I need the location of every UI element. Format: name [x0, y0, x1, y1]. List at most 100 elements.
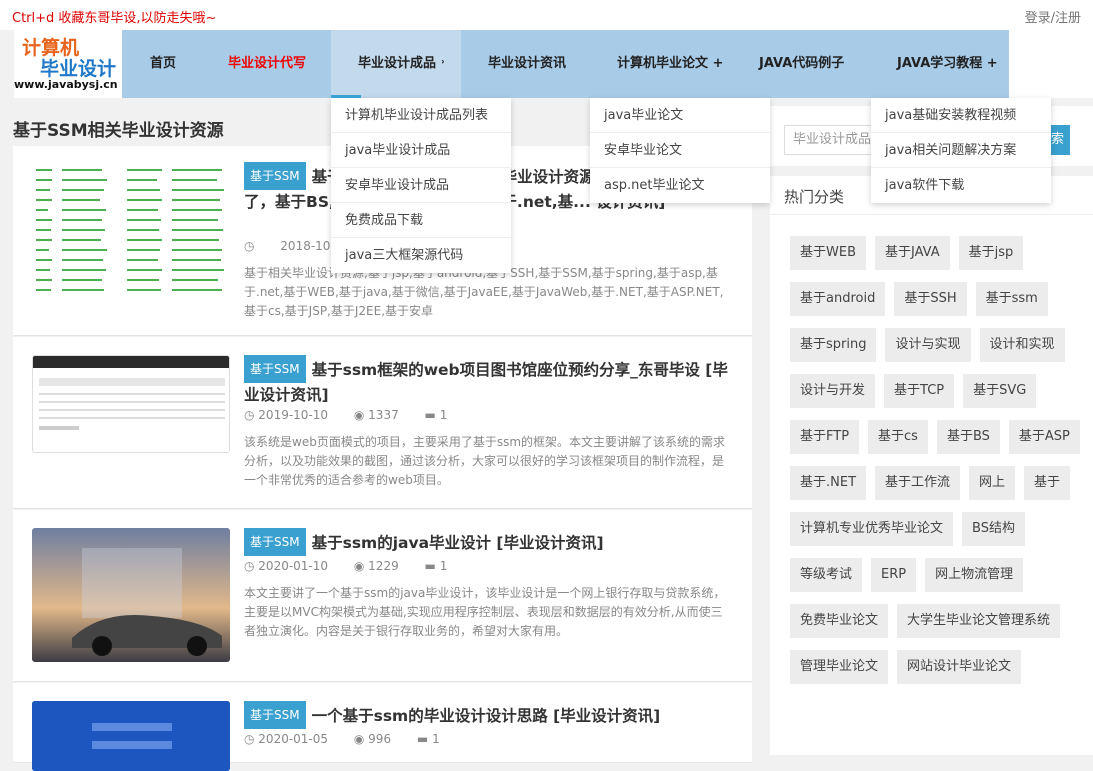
post-title[interactable]: 基于SSM 基于ssm的java毕业设计 [毕业设计资讯] — [244, 528, 739, 556]
clock-icon: ◷ 2020-01-10 — [244, 559, 329, 573]
comment-icon: ▬ 1 — [424, 408, 448, 422]
nav-custom-design[interactable]: 毕业设计代写 — [228, 30, 306, 98]
category-badge[interactable]: 基于SSM — [244, 701, 306, 729]
category-badge[interactable]: 基于SSM — [244, 162, 306, 190]
dropdown-item[interactable]: 安卓毕业设计成品 — [331, 168, 511, 203]
nav-home[interactable]: 首页 — [150, 30, 176, 98]
dropdown-item[interactable]: java毕业论文 — [590, 98, 770, 133]
dropdown-item[interactable]: java软件下载 — [871, 168, 1051, 203]
category-tag[interactable]: 基于android — [790, 282, 886, 316]
category-tag[interactable]: ERP — [871, 558, 917, 592]
dropdown-item[interactable]: 免费成品下载 — [331, 203, 511, 238]
category-tag[interactable]: 设计和实现 — [979, 328, 1065, 362]
site-logo[interactable]: 计算机 毕业设计 www.javabysj.cn — [14, 30, 122, 98]
eye-icon: ◉ 1229 — [353, 559, 399, 573]
post-views: 1229 — [368, 559, 399, 573]
nav-design-news[interactable]: 毕业设计资讯 — [488, 30, 566, 98]
category-tag[interactable]: BS结构 — [962, 512, 1025, 546]
dropdown-item[interactable]: asp.net毕业论文 — [590, 168, 770, 203]
car-photo-icon — [32, 528, 230, 662]
eye-icon: ◉ 1337 — [353, 408, 399, 422]
post-title-text[interactable]: 基于ssm框架的web项目图书馆座位预约分享_东哥毕设 [毕业设计资讯] — [244, 361, 728, 404]
category-tag[interactable]: 基于SSH — [894, 282, 967, 316]
post-title[interactable]: 基于SSM 一个基于ssm的毕业设计设计思路 [毕业设计资讯] — [244, 701, 739, 729]
post-desc: 本文主要讲了一个基于ssm的java毕业设计，该毕业设计是一个网上银行存取与贷款… — [244, 586, 726, 638]
hot-categories-title: 热门分类 — [784, 188, 845, 206]
category-tag[interactable]: 基于 — [1024, 466, 1071, 500]
post-title-text[interactable]: 基于ssm的java毕业设计 [毕业设计资讯] — [312, 534, 604, 552]
category-tag[interactable]: 基于cs — [868, 420, 928, 454]
category-tag[interactable]: 等级考试 — [790, 558, 863, 592]
nav-java-examples[interactable]: JAVA代码例子 — [759, 30, 844, 98]
category-badge[interactable]: 基于SSM — [244, 528, 306, 556]
category-tag[interactable]: 基于.NET — [790, 466, 867, 500]
category-tag[interactable]: 基于TCP — [884, 374, 955, 408]
clock-icon: ◷ — [244, 239, 259, 253]
post-thumbnail[interactable] — [32, 355, 230, 453]
comment-icon: ▬ 1 — [424, 559, 448, 573]
hot-categories-panel: 热门分类 基于WEB 基于JAVA 基于jsp 基于android 基于SSH 基于ssm… — [770, 176, 1093, 755]
tag-cloud: 基于WEB 基于JAVA 基于jsp 基于android 基于SSH 基于ssm 基于spr… — [790, 236, 1090, 696]
category-tag[interactable]: 设计与开发 — [790, 374, 876, 408]
post-comments: 1 — [439, 559, 448, 573]
category-badge[interactable]: 基于SSM — [244, 355, 306, 383]
category-tag[interactable]: 基于jsp — [958, 236, 1024, 270]
dropdown-item[interactable]: java相关问题解决方案 — [871, 133, 1051, 168]
category-tag[interactable]: 免费毕业论文 — [790, 604, 889, 638]
post-title[interactable]: 基于SSM 基于ssm框架的web项目图书馆座位预约分享_东哥毕设 [毕业设计资讯… — [244, 355, 739, 407]
post-thumbnail[interactable] — [32, 701, 230, 771]
category-tag[interactable]: 基于WEB — [790, 236, 866, 270]
post-date: 2020-01-10 — [258, 559, 329, 573]
category-tag[interactable]: 基于JAVA — [875, 236, 950, 270]
top-bar: Ctrl+d 收藏东哥毕设,以防走失哦~ 登录/注册 — [0, 0, 1093, 30]
dropdown-tutorials: java基础安装教程视频 java相关问题解决方案 java软件下载 — [871, 98, 1051, 203]
post-desc: 该系统是web页面模式的项目，主要采用了基于ssm的框架。本文主要讲解了该系统的… — [244, 435, 726, 487]
category-tag[interactable]: 网上物流管理 — [925, 558, 1024, 592]
table-screenshot-icon — [33, 356, 229, 430]
post-card: 基于SSM 基于ssm框架的web项目图书馆座位预约分享_东哥毕设 [毕业设计资讯… — [13, 337, 752, 509]
divider — [770, 214, 1093, 215]
nav-thesis[interactable]: 计算机毕业论文 + — [617, 30, 723, 98]
login-screenshot-icon — [32, 701, 230, 771]
dropdown-item[interactable]: 安卓毕业论文 — [590, 133, 770, 168]
dropdown-item[interactable]: java毕业设计成品 — [331, 133, 511, 168]
post-views: 996 — [368, 732, 392, 746]
category-tag[interactable]: 管理毕业论文 — [790, 650, 889, 684]
nav-design-products[interactable]: 毕业设计成品 ˒ — [331, 30, 461, 98]
text-list-thumbnail-icon — [36, 169, 224, 291]
post-meta: ◷ 2019-10-10 ◉ 1337 ▬ 1 — [244, 408, 469, 422]
logo-line-2: 毕业设计 — [40, 58, 117, 80]
category-tag[interactable]: 网上 — [969, 466, 1016, 500]
post-meta: ◷ 2020-01-10 ◉ 1229 ▬ 1 — [244, 559, 469, 573]
post-thumbnail[interactable] — [32, 528, 230, 662]
category-tag[interactable]: 设计与实现 — [885, 328, 971, 362]
category-tag[interactable]: 基于ASP — [1008, 420, 1080, 454]
post-card: 基于SSM 基于ssm的java毕业设计 [毕业设计资讯] ◷ 2020-01-1… — [13, 510, 752, 682]
dropdown-item[interactable]: 计算机毕业设计成品列表 — [331, 98, 511, 133]
dropdown-item[interactable]: java三大框架源代码 — [331, 238, 511, 273]
post-views: 1337 — [368, 408, 399, 422]
nav-right-blank — [1009, 30, 1093, 98]
nav-java-tutorials[interactable]: JAVA学习教程 + — [897, 30, 998, 98]
logo-url: www.javabysj.cn — [14, 78, 118, 91]
category-tag[interactable]: 大学生毕业论文管理系统 — [897, 604, 1061, 638]
category-tag[interactable]: 基于spring — [790, 328, 877, 362]
dropdown-item[interactable]: java基础安装教程视频 — [871, 98, 1051, 133]
category-tag[interactable]: 基于FTP — [790, 420, 860, 454]
category-tag[interactable]: 基于ssm — [975, 282, 1048, 316]
category-tag[interactable]: 基于SVG — [963, 374, 1037, 408]
category-tag[interactable]: 基于工作流 — [875, 466, 961, 500]
post-comments: 1 — [432, 732, 440, 746]
post-title-text[interactable]: 一个基于ssm的毕业设计设计思路 [毕业设计资讯] — [312, 707, 661, 725]
login-register-link[interactable]: 登录/注册 — [1025, 7, 1081, 26]
post-card: 基于SSM 一个基于ssm的毕业设计设计思路 [毕业设计资讯] ◷ 2020-01… — [13, 683, 752, 771]
page-title: 基于SSM相关毕业设计资源 — [13, 121, 224, 141]
eye-icon: ◉ 996 — [353, 732, 392, 746]
post-comments: 1 — [439, 408, 448, 422]
category-tag[interactable]: 网站设计毕业论文 — [897, 650, 1022, 684]
category-tag[interactable]: 基于BS — [936, 420, 1000, 454]
main-nav: 首页 毕业设计代写 毕业设计成品 ˒ 毕业设计资讯 计算机毕业论文 + JAVA… — [122, 30, 1009, 98]
category-tag[interactable]: 计算机专业优秀毕业论文 — [790, 512, 954, 546]
post-thumbnail[interactable] — [32, 164, 230, 298]
clock-icon: ◷ 2020-01-05 — [244, 732, 329, 746]
